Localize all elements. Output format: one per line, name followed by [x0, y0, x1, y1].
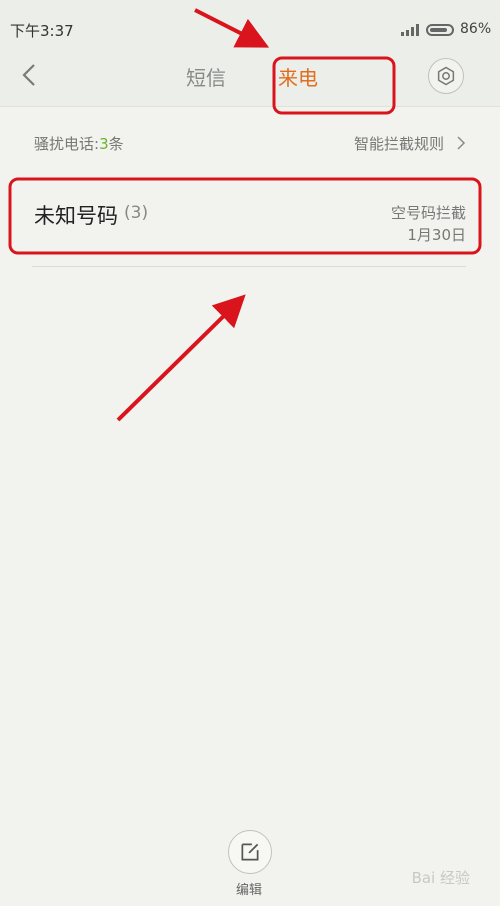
chevron-right-icon: [457, 136, 466, 150]
battery-level: [430, 28, 447, 32]
status-bar: 下午3:37 86%: [0, 0, 500, 44]
smart-block-rules-link[interactable]: 智能拦截规则: [354, 133, 444, 154]
spam-call-summary: 骚扰电话:3条: [34, 133, 124, 154]
tab-sms[interactable]: 短信: [186, 62, 226, 91]
divider: [32, 266, 466, 267]
summary-row: 骚扰电话:3条 智能拦截规则: [0, 124, 500, 160]
status-time: 下午3:37: [10, 22, 74, 40]
call-count: (3): [124, 203, 149, 223]
summary-suffix: 条: [108, 135, 124, 153]
settings-gear-icon: [437, 66, 455, 86]
signal-icon: [401, 24, 421, 36]
call-log-item[interactable]: 未知号码 (3) 空号码拦截 1月30日: [12, 178, 478, 252]
call-date: 1月30日: [407, 226, 466, 244]
edit-button[interactable]: [228, 830, 272, 874]
battery-percent: 86%: [460, 21, 492, 37]
edit-icon: [241, 843, 259, 861]
back-chevron-icon[interactable]: [18, 61, 42, 89]
battery-icon: [426, 24, 454, 36]
block-reason: 空号码拦截: [390, 204, 466, 222]
header-bar: 短信 来电: [0, 44, 500, 107]
watermark: Bai 经验: [411, 869, 470, 887]
settings-button[interactable]: [428, 58, 464, 94]
annotation-arrow-bottom: [116, 294, 246, 422]
caller-name: 未知号码: [34, 204, 118, 228]
summary-prefix: 骚扰电话:: [34, 135, 100, 153]
tab-calls[interactable]: 来电: [278, 62, 318, 91]
edit-label: 编辑: [236, 883, 263, 898]
summary-count: 3: [99, 135, 109, 153]
